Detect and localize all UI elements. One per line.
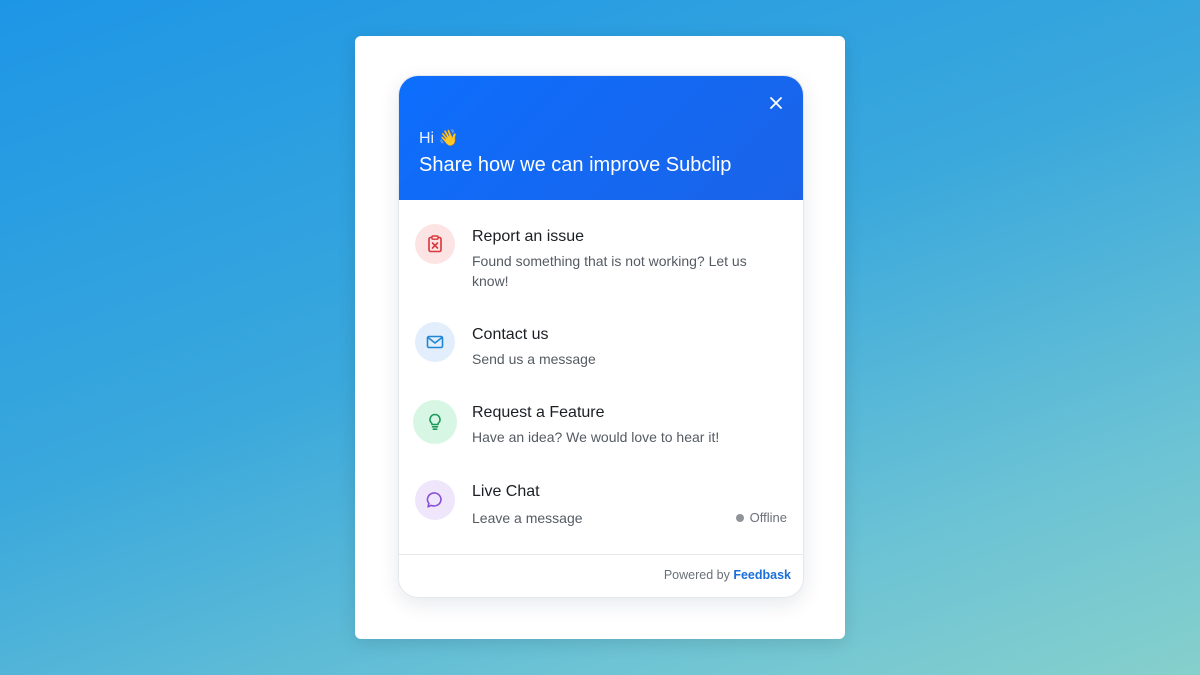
powered-by-text: Powered by Feedbask — [664, 568, 791, 582]
mail-icon — [426, 335, 444, 349]
clipboard-x-icon — [428, 235, 442, 253]
feature-icon-badge — [413, 400, 457, 444]
option-report-issue[interactable]: Report an issue Found something that is … — [399, 216, 803, 306]
widget-headline: Share how we can improve Subclip — [419, 154, 732, 176]
option-live-chat[interactable]: Live Chat Leave a message Offline — [399, 474, 803, 534]
option-title: Request a Feature — [472, 404, 605, 421]
chat-status: Offline — [735, 510, 787, 525]
contact-icon-badge — [415, 322, 455, 362]
option-description: Have an idea? We would love to hear it! — [472, 429, 720, 445]
chat-bubble-icon — [426, 492, 442, 508]
greeting-text: Hi 👋 — [419, 130, 459, 147]
modal-card: Hi 👋 Share how we can improve Subclip Re… — [355, 36, 845, 639]
option-description: Leave a message — [472, 510, 583, 526]
status-dot-icon — [735, 513, 744, 522]
chat-icon-badge — [415, 480, 455, 520]
report-icon-badge — [415, 224, 455, 264]
option-title: Contact us — [472, 326, 549, 343]
widget-footer: Powered by Feedbask — [399, 554, 803, 597]
widget-header: Hi 👋 Share how we can improve Subclip — [399, 76, 803, 200]
lightbulb-icon — [429, 413, 441, 430]
option-description: Send us a message — [472, 351, 596, 367]
brand-link[interactable]: Feedbask — [733, 568, 791, 582]
option-contact-us[interactable]: Contact us Send us a message — [399, 316, 803, 376]
close-icon[interactable] — [767, 94, 785, 112]
option-title: Report an issue — [472, 228, 585, 245]
option-request-feature[interactable]: Request a Feature Have an idea? We would… — [399, 394, 803, 454]
option-description: Found something that is not working? Let… — [472, 253, 747, 289]
powered-by-label: Powered by — [663, 568, 730, 582]
feedback-widget: Hi 👋 Share how we can improve Subclip Re… — [398, 75, 804, 598]
status-label: Offline — [749, 510, 787, 525]
option-title: Live Chat — [472, 483, 540, 500]
